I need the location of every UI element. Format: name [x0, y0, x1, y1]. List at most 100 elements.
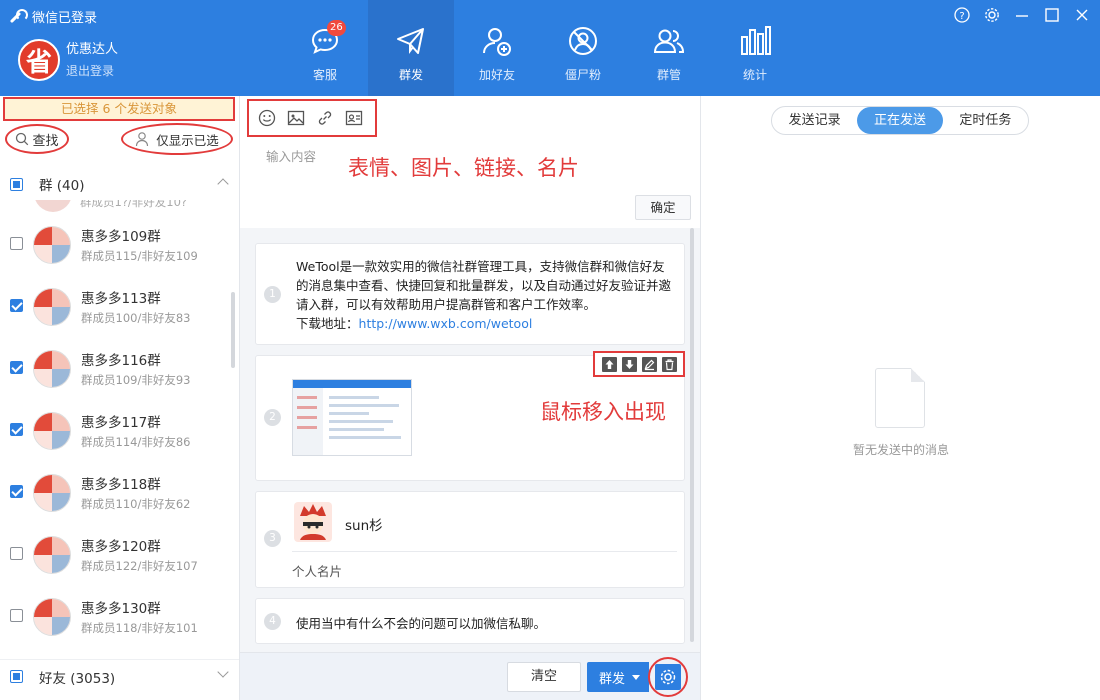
- group-row[interactable]: 惠多多117群 群成员114/非好友86: [0, 400, 232, 462]
- nav-label: 僵尸粉: [564, 68, 601, 82]
- help-icon[interactable]: ?: [954, 7, 970, 23]
- group-avatar: [33, 598, 71, 636]
- friends-select-all-checkbox[interactable]: [10, 670, 23, 683]
- group-checkbox[interactable]: [10, 299, 23, 312]
- image-thumbnail[interactable]: [292, 379, 412, 456]
- find-label: 查找: [32, 133, 59, 149]
- top-header: 微信已登录 省 优惠达人 退出登录 26 客服 群发 加好友 僵尸粉 群管 统计…: [0, 0, 1100, 96]
- group-name: 惠多多118群: [81, 477, 161, 493]
- hover-annotation: 鼠标移入出现: [540, 400, 666, 424]
- message-card-text[interactable]: 4 使用当中有什么不会的问题可以加微信私聊。: [255, 598, 685, 644]
- maximize-icon[interactable]: [1044, 7, 1060, 23]
- emoji-icon[interactable]: [258, 109, 276, 127]
- group-row[interactable]: 惠多多130群 群成员118/非好友101: [0, 586, 232, 648]
- show-only-label: 仅显示已选: [156, 132, 219, 148]
- contact-card-icon[interactable]: [345, 109, 363, 127]
- window-title: 微信已登录: [32, 11, 98, 26]
- message-text: 使用当中有什么不会的问题可以加微信私聊。: [296, 616, 547, 631]
- tab-send-history[interactable]: 发送记录: [772, 107, 857, 134]
- message-card-image[interactable]: 2 鼠标移入出现: [255, 351, 685, 481]
- send-settings-button[interactable]: [648, 657, 688, 697]
- move-up-icon[interactable]: [601, 356, 617, 372]
- group-name: 惠多多120群: [81, 539, 161, 555]
- group-row[interactable]: 惠多多109群 群成员115/非好友109: [0, 214, 232, 276]
- group-sub: 群成员1?/非好友10?: [80, 200, 188, 209]
- edit-icon[interactable]: [641, 356, 657, 372]
- group-name: 惠多多113群: [81, 291, 161, 307]
- group-checkbox[interactable]: [10, 237, 23, 250]
- link-icon[interactable]: [316, 109, 334, 127]
- mass-send-button[interactable]: 群发: [587, 662, 649, 692]
- contact-avatar: [294, 502, 332, 542]
- group-row[interactable]: 惠多多120群 群成员122/非好友107: [0, 524, 232, 586]
- delete-icon[interactable]: [661, 356, 677, 372]
- settings-gear-icon[interactable]: [984, 7, 1000, 23]
- selected-count-banner: 已选择 6 个发送对象: [3, 97, 235, 121]
- wrench-icon: [8, 8, 28, 25]
- message-body: WeTool是一款效实用的微信社群管理工具，支持微信群和微信好友的消息集中查看、…: [296, 259, 672, 312]
- message-index: 4: [264, 613, 281, 630]
- download-link[interactable]: http://www.wxb.com/wetool: [359, 316, 533, 331]
- add-user-icon: [483, 28, 511, 56]
- close-icon[interactable]: [1074, 7, 1090, 23]
- chevron-down-icon[interactable]: [217, 666, 229, 678]
- nav-add-friend[interactable]: 加好友: [454, 0, 540, 96]
- group-name: 惠多多130群: [81, 601, 161, 617]
- user-icon: [136, 132, 149, 147]
- group-checkbox[interactable]: [10, 423, 23, 436]
- logout-link[interactable]: 退出登录: [66, 62, 114, 79]
- message-card-contact[interactable]: 3 sun杉 个人名片: [255, 491, 685, 588]
- user-name: 优惠达人: [66, 42, 119, 57]
- tab-sending[interactable]: 正在发送: [857, 107, 943, 134]
- compose-footer: 清空 群发: [240, 652, 700, 700]
- find-button[interactable]: 查找: [5, 124, 69, 154]
- unread-badge: 26: [327, 20, 346, 36]
- confirm-button[interactable]: 确定: [635, 195, 691, 220]
- window-controls: ?: [954, 7, 1090, 23]
- nav-statistics[interactable]: 统计: [712, 0, 798, 96]
- friends-section-header[interactable]: 好友 (3053): [0, 659, 239, 693]
- image-icon[interactable]: [287, 109, 305, 127]
- group-sub: 群成员122/非好友107: [81, 559, 198, 573]
- group-section-title: 群 (40): [39, 178, 85, 194]
- card-action-toolbar: [593, 351, 685, 377]
- group-sub: 群成员114/非好友86: [81, 435, 191, 449]
- nav-zombie-fans[interactable]: 僵尸粉: [540, 0, 626, 96]
- group-row[interactable]: 惠多多116群 群成员109/非好友93: [0, 338, 232, 400]
- group-checkbox[interactable]: [10, 547, 23, 560]
- divider: [292, 551, 677, 552]
- message-card-text[interactable]: 1 WeTool是一款效实用的微信社群管理工具，支持微信群和微信好友的消息集中查…: [255, 243, 685, 345]
- nav-group-manage[interactable]: 群管: [626, 0, 712, 96]
- group-sub: 群成员118/非好友101: [81, 621, 198, 635]
- list-scrollbar[interactable]: [231, 292, 235, 368]
- group-section-header[interactable]: 群 (40): [0, 168, 239, 200]
- chevron-up-icon[interactable]: [217, 178, 229, 190]
- message-input[interactable]: 输入内容: [266, 146, 316, 165]
- minimize-icon[interactable]: [1014, 7, 1030, 23]
- tab-scheduled-tasks[interactable]: 定时任务: [943, 107, 1028, 134]
- svg-text:?: ?: [959, 11, 964, 22]
- show-selected-only-toggle[interactable]: 仅显示已选: [121, 123, 233, 155]
- target-list-panel: 已选择 6 个发送对象 查找 仅显示已选 群 (40) 群成员1?/非好友10?…: [0, 96, 240, 700]
- blocked-user-icon: [569, 27, 597, 55]
- user-avatar[interactable]: 省: [18, 39, 60, 81]
- group-name: 惠多多109群: [81, 229, 161, 245]
- nav-mass-send[interactable]: 群发: [368, 0, 454, 96]
- nav-label: 统计: [742, 68, 767, 82]
- group-row[interactable]: 惠多多118群 群成员110/非好友62: [0, 462, 232, 524]
- group-checkbox[interactable]: [10, 485, 23, 498]
- group-checkbox[interactable]: [10, 361, 23, 374]
- group-avatar: [33, 474, 71, 512]
- main-nav: 26 客服 群发 加好友 僵尸粉 群管 统计: [282, 0, 798, 96]
- nav-customer-service[interactable]: 26 客服: [282, 0, 368, 96]
- clear-button[interactable]: 清空: [507, 662, 581, 692]
- status-tabs: 发送记录 正在发送 定时任务: [771, 106, 1029, 135]
- move-down-icon[interactable]: [621, 356, 637, 372]
- group-select-all-checkbox[interactable]: [10, 177, 23, 191]
- queue-scrollbar[interactable]: [690, 228, 694, 642]
- contact-type: 个人名片: [292, 564, 343, 579]
- dropdown-caret-icon[interactable]: [632, 674, 641, 680]
- message-editor: 输入内容 表情、图片、链接、名片 确定: [240, 96, 700, 228]
- group-row[interactable]: 惠多多113群 群成员100/非好友83: [0, 276, 232, 338]
- group-checkbox[interactable]: [10, 609, 23, 622]
